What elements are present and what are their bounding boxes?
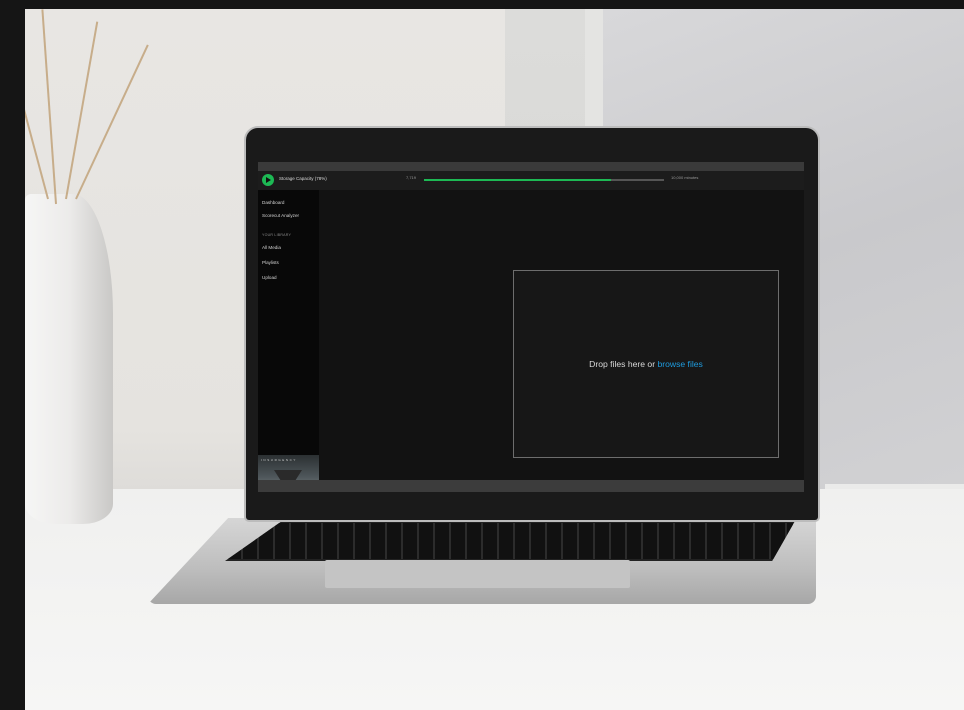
storage-total: 10,000 minutes bbox=[671, 175, 699, 180]
app-screen: Storage Capacity (78%) 7,719 10,000 minu… bbox=[258, 162, 804, 492]
laptop-trackpad bbox=[325, 560, 630, 588]
dropzone-prompt: Drop files here or bbox=[589, 359, 658, 369]
window-chrome bbox=[258, 162, 804, 171]
play-icon[interactable] bbox=[262, 174, 274, 186]
storage-progress-fill bbox=[424, 179, 612, 181]
player-bar bbox=[258, 480, 804, 492]
upload-dropzone[interactable]: Drop files here or browse files bbox=[513, 270, 779, 458]
twig bbox=[65, 21, 99, 200]
vase bbox=[25, 194, 113, 524]
sidebar-item-all-media[interactable]: All Media bbox=[262, 245, 281, 250]
storage-used: 7,719 bbox=[406, 175, 417, 180]
sidebar-item-dashboard[interactable]: Dashboard bbox=[262, 200, 284, 205]
storage-progress bbox=[424, 179, 664, 181]
sidebar-item-upload[interactable]: Upload bbox=[262, 275, 277, 280]
laptop-keyboard bbox=[225, 521, 795, 561]
storage-title: Storage Capacity (78%) bbox=[279, 176, 327, 181]
library-heading: YOUR LIBRARY bbox=[262, 233, 292, 237]
dropzone-text: Drop files here or browse files bbox=[589, 359, 703, 369]
main-content: Drop files here or browse files bbox=[319, 190, 804, 480]
sidebar-item-playlists[interactable]: Playlists bbox=[262, 260, 279, 265]
album-title: INSURGENCY bbox=[261, 458, 298, 462]
browse-files-link[interactable]: browse files bbox=[657, 359, 702, 369]
twig bbox=[41, 9, 57, 205]
twig bbox=[75, 44, 149, 200]
sidebar-item-scorecut-analyzer[interactable]: Scorecut Analyzer bbox=[262, 213, 299, 218]
storage-bar: Storage Capacity (78%) 7,719 10,000 minu… bbox=[258, 171, 804, 190]
sidebar: Dashboard Scorecut Analyzer YOUR LIBRARY… bbox=[258, 190, 319, 492]
